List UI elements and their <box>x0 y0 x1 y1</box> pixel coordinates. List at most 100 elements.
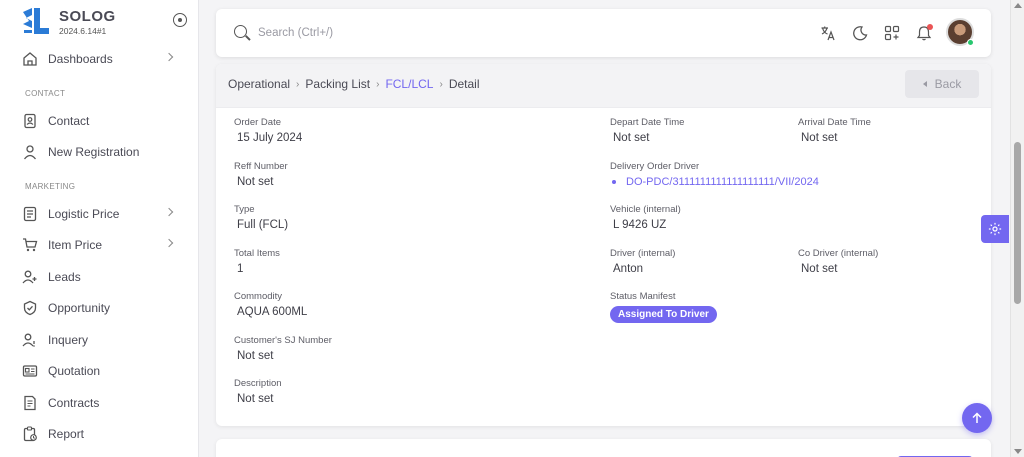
online-status-dot <box>967 39 974 46</box>
field-label: Commodity <box>234 291 283 302</box>
field-delivery-order-driver: Delivery Order Driver DO-PDC/31111111111… <box>610 161 819 188</box>
sidebar-item-label: New Registration <box>48 145 140 159</box>
moon-icon[interactable] <box>850 23 870 43</box>
breadcrumb-separator: › <box>296 78 300 90</box>
sidebar-item-label: Leads <box>48 270 81 284</box>
field-reff-number: Reff Number Not set <box>234 161 288 188</box>
chevron-right-icon <box>164 52 174 62</box>
id-card-icon <box>22 365 38 377</box>
field-order-date: Order Date 15 July 2024 <box>234 117 302 144</box>
section-contact: CONTACT <box>25 89 66 98</box>
sidebar-item-label: Dashboards <box>48 52 113 66</box>
sidebar-item-label: Inquery <box>48 333 89 347</box>
scroll-down-arrow-icon[interactable] <box>1014 449 1022 454</box>
cart-icon <box>23 238 38 252</box>
solog-logo-icon <box>23 8 49 34</box>
field-value: Not set <box>613 132 650 144</box>
field-label: Order Date <box>234 117 281 128</box>
field-value: Not set <box>237 176 274 188</box>
scroll-up-arrow-icon[interactable] <box>1014 3 1022 8</box>
translate-icon[interactable] <box>818 23 838 43</box>
search-icon[interactable] <box>234 25 247 38</box>
sidebar-item-label: Opportunity <box>48 301 111 315</box>
breadcrumb-separator: › <box>376 78 380 90</box>
field-commodity: Commodity AQUA 600ML <box>234 291 307 318</box>
gear-icon <box>988 222 1002 236</box>
sidebar-item-quotation[interactable]: Quotation <box>22 360 182 382</box>
breadcrumb-item[interactable]: Packing List <box>305 77 370 91</box>
apps-add-icon[interactable] <box>882 23 902 43</box>
back-button[interactable]: Back <box>905 70 979 98</box>
sidebar-item-leads[interactable]: Leads <box>22 266 182 288</box>
field-vehicle-internal: Vehicle (internal) L 9426 UZ <box>610 204 681 231</box>
sidebar-item-new-registration[interactable]: New Registration <box>22 141 182 163</box>
bullet-icon <box>612 180 616 184</box>
field-type: Type Full (FCL) <box>234 204 288 231</box>
sidebar-item-label: Contact <box>48 114 90 128</box>
sidebar-item-logistic-price[interactable]: Logistic Price <box>22 203 182 225</box>
field-value: Not set <box>237 350 274 362</box>
field-arrival-date-time: Arrival Date Time Not set <box>798 117 871 144</box>
field-value: Not set <box>801 132 838 144</box>
brand[interactable]: SOLOG 2024.6.14#1 <box>20 6 190 42</box>
field-label: Total Items <box>234 248 280 259</box>
sidebar-item-contact[interactable]: Contact <box>22 110 182 132</box>
contact-book-icon <box>24 113 36 129</box>
chevron-right-icon <box>164 207 174 217</box>
sidebar-item-report[interactable]: Report <box>22 423 182 445</box>
sidebar-item-dashboards[interactable]: Dashboards <box>22 48 182 70</box>
bell-icon[interactable] <box>914 23 934 43</box>
field-customer-sj-number: Customer's SJ Number Not set <box>234 335 332 362</box>
customizer-settings-button[interactable] <box>981 215 1009 243</box>
status-badge: Assigned To Driver <box>610 306 717 323</box>
section-marketing: MARKETING <box>25 182 76 191</box>
sidebar-item-inquery[interactable]: Inquery <box>22 329 182 351</box>
search-input[interactable] <box>258 23 558 43</box>
scroll-to-top-button[interactable] <box>962 403 992 433</box>
sidebar-item-label: Contracts <box>48 396 100 410</box>
field-label: Status Manifest <box>610 291 676 302</box>
field-label: Reff Number <box>234 161 288 172</box>
field-label: Delivery Order Driver <box>610 161 700 172</box>
breadcrumb-item[interactable]: Operational <box>228 77 290 91</box>
app-version: 2024.6.14#1 <box>59 26 107 36</box>
home-icon <box>23 52 37 66</box>
field-value: 1 <box>237 263 244 275</box>
field-status-manifest: Status Manifest Assigned To Driver <box>610 291 717 323</box>
shield-icon <box>23 300 37 316</box>
field-value: Anton <box>613 263 644 275</box>
report-icon <box>23 426 37 442</box>
field-value: Not set <box>801 263 838 275</box>
document-icon <box>24 395 36 411</box>
user-plus-icon <box>22 270 37 284</box>
field-total-items: Total Items 1 <box>234 248 280 275</box>
sidebar-item-opportunity[interactable]: Opportunity <box>22 297 182 319</box>
user-icon <box>23 145 37 160</box>
field-value: Full (FCL) <box>237 219 289 231</box>
sidebar: SOLOG 2024.6.14#1 Dashboards CONTACT Con… <box>0 0 199 457</box>
breadcrumb-bar: Operational › Packing List › FCL/LCL › D… <box>216 64 991 108</box>
breadcrumb-item-current: Detail <box>448 77 480 91</box>
sidebar-item-contracts[interactable]: Contracts <box>22 392 182 414</box>
field-driver-internal: Driver (internal) Anton <box>610 248 675 275</box>
sidebar-item-label: Logistic Price <box>48 207 120 221</box>
field-label: Customer's SJ Number <box>234 335 332 346</box>
sidebar-toggle-icon[interactable] <box>173 13 187 27</box>
field-label: Arrival Date Time <box>798 117 871 128</box>
arrow-up-icon <box>972 412 982 423</box>
field-label: Depart Date Time <box>610 117 685 128</box>
field-depart-date-time: Depart Date Time Not set <box>610 117 684 144</box>
delivery-order-link[interactable]: DO-PDC/3111111111111111111/VII/2024 <box>610 176 819 188</box>
field-label: Type <box>234 204 255 215</box>
field-label: Vehicle (internal) <box>610 204 681 215</box>
sidebar-item-item-price[interactable]: Item Price <box>22 234 182 256</box>
field-co-driver-internal: Co Driver (internal) Not set <box>798 248 878 275</box>
sidebar-item-label: Quotation <box>48 364 101 378</box>
breadcrumb-item-active[interactable]: FCL/LCL <box>385 77 433 91</box>
sidebar-item-label: Item Price <box>48 238 103 252</box>
user-question-icon <box>22 333 35 347</box>
delivery-order-number[interactable]: DO-PDC/3111111111111111111/VII/2024 <box>626 176 819 188</box>
page-scrollbar[interactable] <box>1010 0 1024 457</box>
scrollbar-thumb[interactable] <box>1014 142 1021 304</box>
breadcrumb: Operational › Packing List › FCL/LCL › D… <box>228 77 480 91</box>
